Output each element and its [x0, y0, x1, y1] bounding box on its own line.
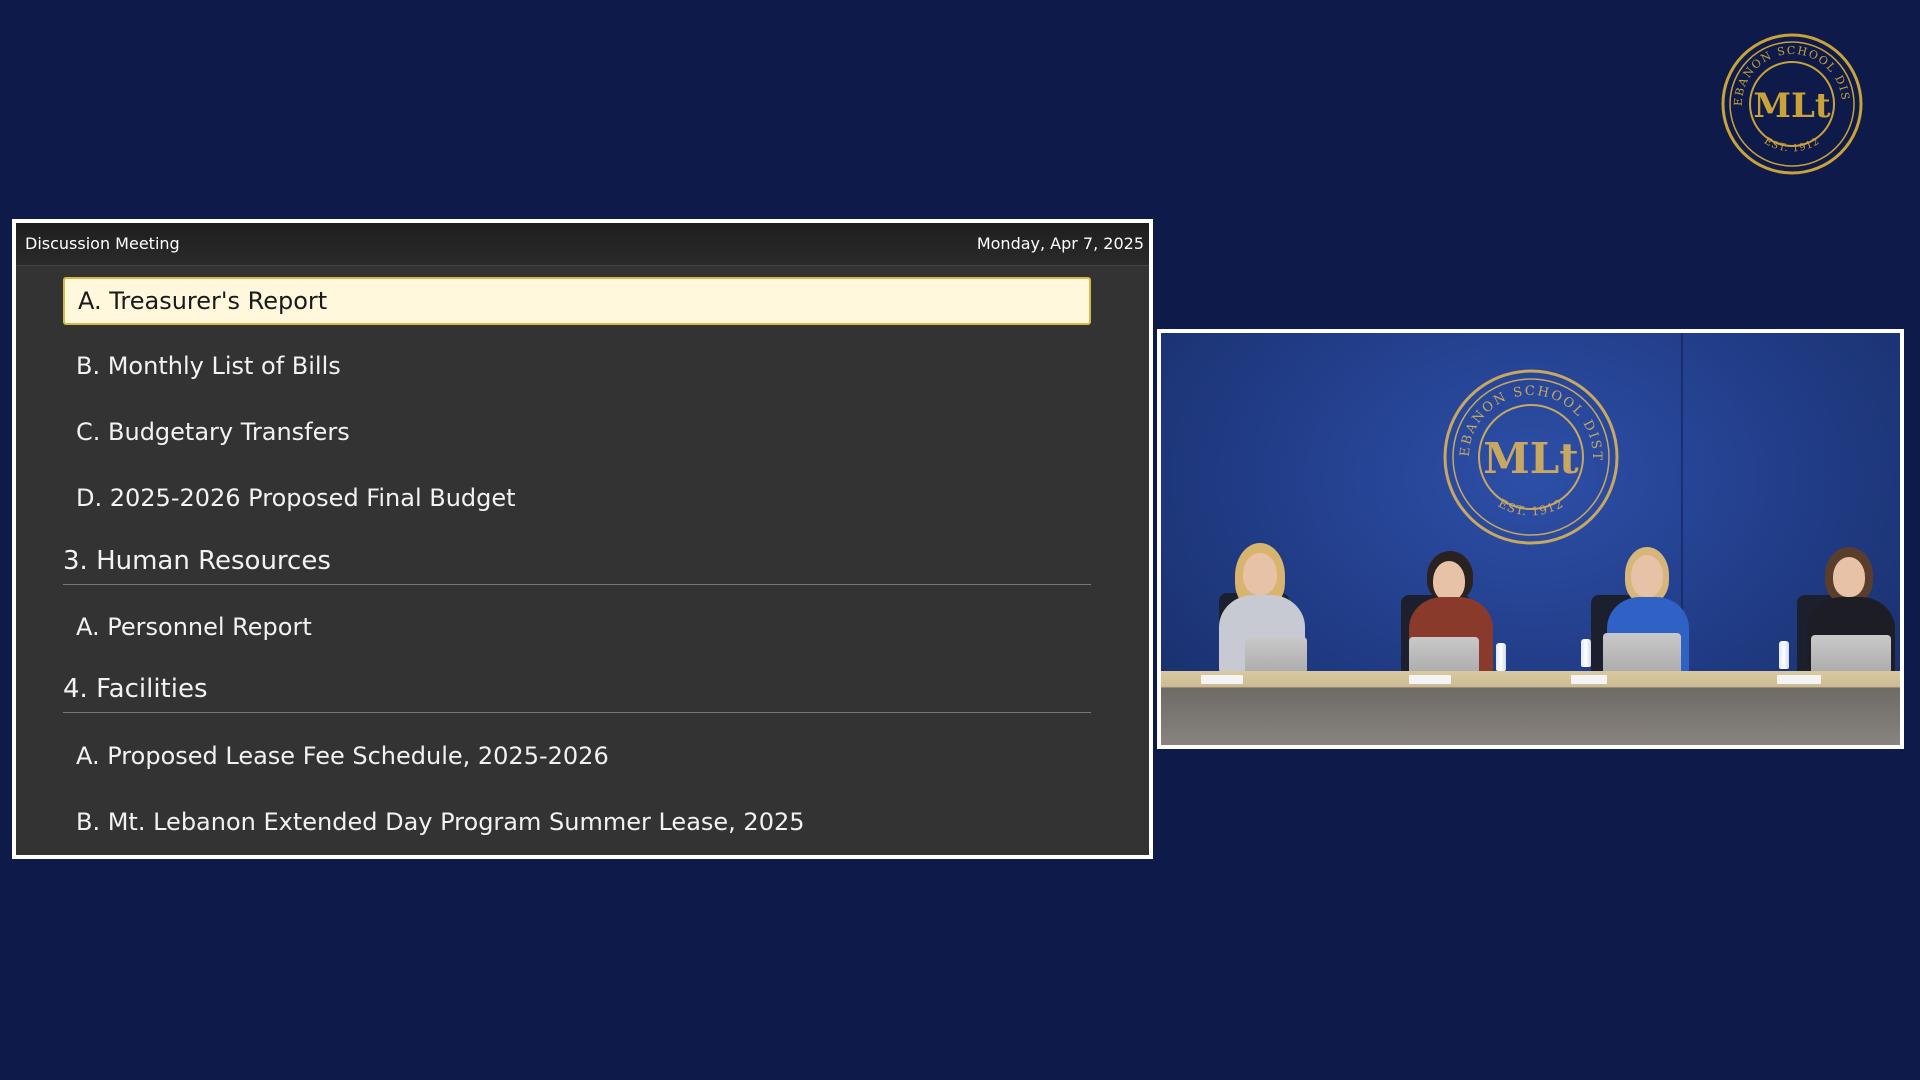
agenda-section-facilities[interactable]: 4. Facilities: [63, 665, 1091, 713]
nameplate: [1409, 675, 1451, 684]
water-bottle: [1779, 641, 1789, 669]
agenda-item-treasurers-report[interactable]: A. Treasurer's Report: [63, 277, 1091, 325]
nameplate: [1201, 675, 1243, 684]
agenda-item-proposed-final-budget[interactable]: D. 2025-2026 Proposed Final Budget: [63, 474, 1091, 522]
meeting-date-label: Monday, Apr 7, 2025: [976, 234, 1144, 253]
agenda-item-monthly-list-of-bills[interactable]: B. Monthly List of Bills: [63, 342, 1091, 390]
wall-seal-logo: MT. LEBANON SCHOOL DISTRICT EST. 1912 ML…: [1441, 367, 1619, 545]
district-seal-logo: MT. LEBANON SCHOOL DISTRICT EST. 1912 ML…: [1720, 32, 1863, 175]
nameplate: [1571, 675, 1607, 684]
agenda-item-budgetary-transfers[interactable]: C. Budgetary Transfers: [63, 408, 1091, 456]
meeting-type-label: Discussion Meeting: [25, 234, 180, 253]
water-bottle: [1496, 643, 1506, 671]
svg-text:EST. 1912: EST. 1912: [1762, 136, 1822, 155]
water-bottle: [1581, 639, 1591, 667]
broadcast-screen: MT. LEBANON SCHOOL DISTRICT EST. 1912 ML…: [0, 0, 1920, 1080]
wall-seal-est-text: EST. 1912: [1496, 496, 1565, 518]
seal-monogram: MLt: [1753, 86, 1831, 126]
agenda-item-extended-day-summer-lease[interactable]: B. Mt. Lebanon Extended Day Program Summ…: [63, 798, 1091, 846]
nameplate: [1777, 675, 1821, 684]
wall-seal-monogram: MLt: [1483, 434, 1579, 483]
agenda-item-personnel-report[interactable]: A. Personnel Report: [63, 603, 1091, 651]
seal-est-text: EST. 1912: [1762, 136, 1821, 155]
live-video-feed: MT. LEBANON SCHOOL DISTRICT EST. 1912 ML…: [1157, 329, 1904, 749]
agenda-panel: Discussion Meeting Monday, Apr 7, 2025 A…: [12, 219, 1153, 859]
agenda-header: Discussion Meeting Monday, Apr 7, 2025: [16, 223, 1149, 266]
svg-text:EST. 1912: EST. 1912: [1496, 496, 1566, 518]
agenda-section-human-resources[interactable]: 3. Human Resources: [63, 537, 1091, 585]
agenda-item-lease-fee-schedule[interactable]: A. Proposed Lease Fee Schedule, 2025-202…: [63, 732, 1091, 780]
